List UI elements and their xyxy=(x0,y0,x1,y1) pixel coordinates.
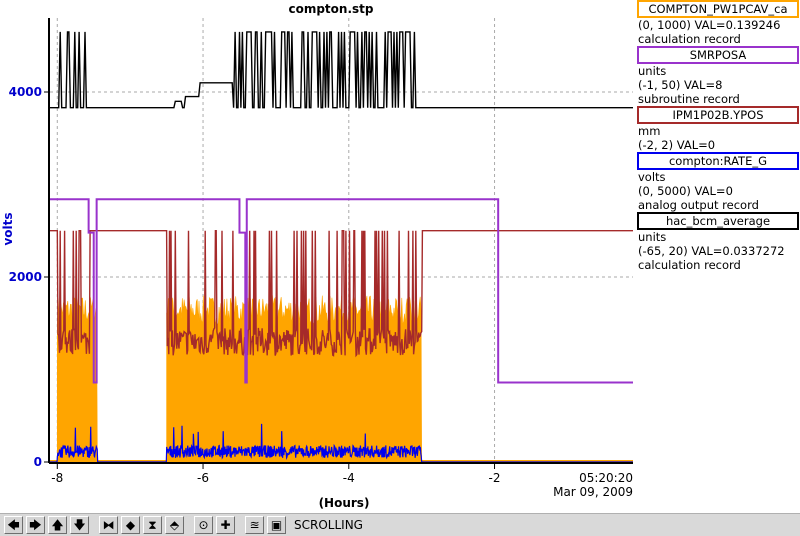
legend-channel-name[interactable]: hac_bcm_average xyxy=(637,212,799,230)
legend-detail: (0, 1000) VAL=0.139246 xyxy=(638,18,781,32)
x-axis-label: (Hours) xyxy=(319,496,370,510)
legend-detail: analog output record xyxy=(638,198,759,212)
date-label: Mar 09, 2009 xyxy=(553,485,633,499)
series-ipm1p02b-ypos xyxy=(50,230,633,358)
legend-detail: volts xyxy=(638,170,666,184)
y-tick-label: 4000 xyxy=(9,85,42,99)
record-button[interactable]: ⊙ xyxy=(194,516,213,534)
legend-detail: calculation record xyxy=(638,32,741,46)
legend-detail: (-1, 50) VAL=8 xyxy=(638,78,723,92)
zoom-y-out-button[interactable]: ⬘ xyxy=(165,516,184,534)
legend-detail: (0, 5000) VAL=0 xyxy=(638,184,733,198)
scroll-mode-button[interactable]: ≊ xyxy=(245,516,264,534)
toolbar: 🡄 🡆 🡅 🡇 ⧓ ◆ ⧗ ⬘ ⊙ ✚ ≊ ▣ SCROLLING xyxy=(0,513,800,536)
legend-detail: (-65, 20) VAL=0.0337272 xyxy=(638,244,785,258)
legend: COMPTON_PW1PCAV_ca (0, 1000) VAL=0.139246… xyxy=(637,0,800,272)
strip-chart[interactable]: compton.stp volts (Hours) 05:20:20 Mar 0… xyxy=(0,0,637,513)
x-tick-label: -8 xyxy=(51,471,63,485)
legend-entry[interactable]: SMRPOSA units (-1, 50) VAL=8 subroutine rec… xyxy=(637,46,800,106)
series-line xyxy=(50,31,633,109)
legend-channel-name[interactable]: SMRPOSA xyxy=(637,46,799,64)
legend-detail: subroutine record xyxy=(638,92,740,106)
plot-area xyxy=(50,31,633,463)
legend-entry[interactable]: COMPTON_PW1PCAV_ca (0, 1000) VAL=0.139246… xyxy=(637,0,800,46)
legend-entry[interactable]: compton:RATE_G volts (0, 5000) VAL=0 analog… xyxy=(637,152,800,212)
legend-entry[interactable]: IPM1P02B.YPOS mm (-2, 2) VAL=0 xyxy=(637,106,800,152)
y-tick-label: 0 xyxy=(34,455,42,469)
legend-detail: mm xyxy=(638,124,661,138)
x-tick-label: -6 xyxy=(197,471,209,485)
legend-detail: (-2, 2) VAL=0 xyxy=(638,138,716,152)
y-tick-label: 2000 xyxy=(9,270,42,284)
legend-entry[interactable]: hac_bcm_average units (-65, 20) VAL=0.0337… xyxy=(637,212,800,272)
add-button[interactable]: ✚ xyxy=(216,516,235,534)
legend-channel-name[interactable]: IPM1P02B.YPOS xyxy=(637,106,799,124)
x-tick-label: -4 xyxy=(343,471,355,485)
legend-detail: units xyxy=(638,64,667,78)
pan-left-button[interactable]: 🡄 xyxy=(4,516,23,534)
pan-right-button[interactable]: 🡆 xyxy=(26,516,45,534)
zoom-x-out-button[interactable]: ◆ xyxy=(121,516,140,534)
legend-detail: units xyxy=(638,230,667,244)
legend-channel-name[interactable]: COMPTON_PW1PCAV_ca xyxy=(637,0,799,18)
series-compton-pw1pcav-ca xyxy=(50,31,633,109)
pan-up-button[interactable]: 🡅 xyxy=(48,516,67,534)
x-tick-label: -2 xyxy=(489,471,501,485)
zoom-x-in-button[interactable]: ⧓ xyxy=(99,516,118,534)
legend-channel-name[interactable]: compton:RATE_G xyxy=(637,152,799,170)
pan-down-button[interactable]: 🡇 xyxy=(70,516,89,534)
scroll-status: SCROLLING xyxy=(294,518,363,532)
y-axis-label: volts xyxy=(1,212,15,245)
restore-button[interactable]: ▣ xyxy=(267,516,286,534)
time-label: 05:20:20 xyxy=(579,471,633,485)
zoom-y-in-button[interactable]: ⧗ xyxy=(143,516,162,534)
chart-title: compton.stp xyxy=(288,2,373,16)
series-line xyxy=(50,230,633,358)
legend-detail: calculation record xyxy=(638,258,741,272)
